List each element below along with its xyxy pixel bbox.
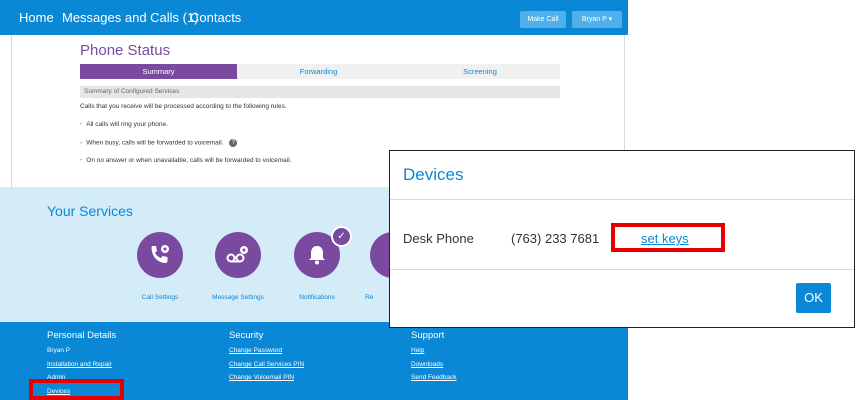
help-icon[interactable]: ?	[229, 139, 238, 147]
rules-intro: Calls that you receive will be processed…	[80, 103, 287, 110]
voicemail-gear-icon	[226, 246, 248, 263]
dialog-header-divider	[390, 199, 854, 200]
services-title: Your Services	[47, 203, 133, 219]
ok-button[interactable]: OK	[796, 283, 831, 313]
message-settings-button[interactable]	[215, 232, 261, 278]
security-heading: Security	[229, 330, 264, 341]
personal-details-heading: Personal Details	[47, 330, 117, 341]
tab-screening[interactable]: Screening	[400, 64, 560, 79]
user-menu-button[interactable]: Bryan P ▾	[572, 11, 622, 28]
dialog-title: Devices	[403, 165, 464, 184]
rule-text: All calls will ring your phone.	[86, 121, 168, 128]
change-password-link[interactable]: Change Password	[229, 347, 282, 354]
nav-home-link[interactable]: Home	[19, 10, 54, 25]
rule-item: • All calls will ring your phone.	[80, 121, 168, 128]
checkmark-badge-icon: ✓	[331, 226, 352, 247]
summary-header: Summary of Configured Services	[80, 86, 560, 98]
set-keys-highlight-box	[611, 223, 725, 252]
call-settings-label[interactable]: Call Settings	[125, 294, 195, 301]
device-name: Desk Phone	[403, 231, 474, 246]
call-settings-button[interactable]	[137, 232, 183, 278]
bullet-icon: •	[80, 121, 83, 128]
installation-repair-link[interactable]: Installation and Repair	[47, 361, 112, 368]
bullet-icon: •	[80, 157, 83, 164]
nav-messages-link[interactable]: Messages and Calls (1)	[62, 10, 199, 25]
nav-contacts-link[interactable]: Contacts	[190, 10, 241, 25]
change-call-services-pin-link[interactable]: Change Call Services PIN	[229, 361, 304, 368]
device-phone-number: (763) 233 7681	[511, 231, 600, 246]
support-heading: Support	[411, 330, 445, 341]
phone-status-title: Phone Status	[80, 42, 171, 59]
tab-forwarding[interactable]: Forwarding	[237, 64, 400, 79]
message-settings-label[interactable]: Message Settings	[203, 294, 273, 301]
user-name: Bryan P	[47, 347, 71, 354]
dialog-footer-divider	[390, 269, 854, 270]
top-nav: Home Messages and Calls (1) Contacts Mak…	[0, 0, 628, 35]
change-voicemail-pin-link[interactable]: Change Voicemail PIN	[229, 374, 294, 381]
devices-highlight-box	[29, 379, 124, 400]
bullet-icon: •	[80, 139, 83, 147]
downloads-link[interactable]: Downloads	[411, 361, 443, 368]
rule-text: When busy, calls will be forwarded to vo…	[86, 139, 224, 147]
rule-item: • On no answer or when unavailable, calls…	[80, 157, 292, 164]
make-call-button[interactable]: Make Call	[520, 11, 566, 28]
rule-item: • When busy, calls will be forwarded to v…	[80, 139, 238, 147]
phone-gear-icon	[151, 245, 169, 263]
rule-text: On no answer or when unavailable, calls …	[86, 157, 292, 164]
tab-summary[interactable]: Summary	[80, 64, 237, 79]
send-feedback-link[interactable]: Send Feedback	[411, 374, 457, 381]
help-link[interactable]: Help	[411, 347, 424, 354]
notifications-label[interactable]: Notifications	[282, 294, 352, 301]
bell-icon	[309, 246, 325, 265]
